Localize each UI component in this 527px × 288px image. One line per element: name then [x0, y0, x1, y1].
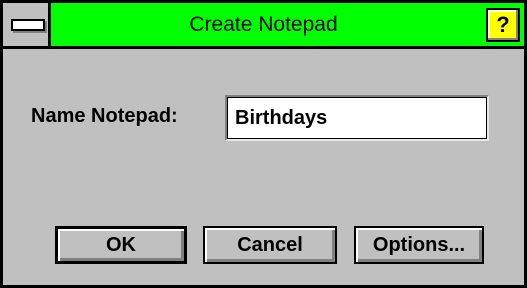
help-button[interactable]: ?: [486, 8, 520, 42]
create-notepad-dialog: Create Notepad ? Name Notepad: OK Cancel…: [0, 0, 527, 288]
cancel-button[interactable]: Cancel: [203, 226, 337, 264]
options-button[interactable]: Options...: [354, 226, 484, 264]
name-notepad-label: Name Notepad:: [31, 105, 178, 127]
title-bar: Create Notepad ?: [3, 3, 524, 49]
help-icon: ?: [496, 12, 510, 37]
system-menu-button[interactable]: [3, 3, 51, 46]
dialog-title: Create Notepad: [189, 13, 338, 36]
name-notepad-input[interactable]: [225, 95, 489, 141]
ok-button[interactable]: OK: [55, 226, 187, 264]
system-menu-icon: [11, 19, 45, 31]
